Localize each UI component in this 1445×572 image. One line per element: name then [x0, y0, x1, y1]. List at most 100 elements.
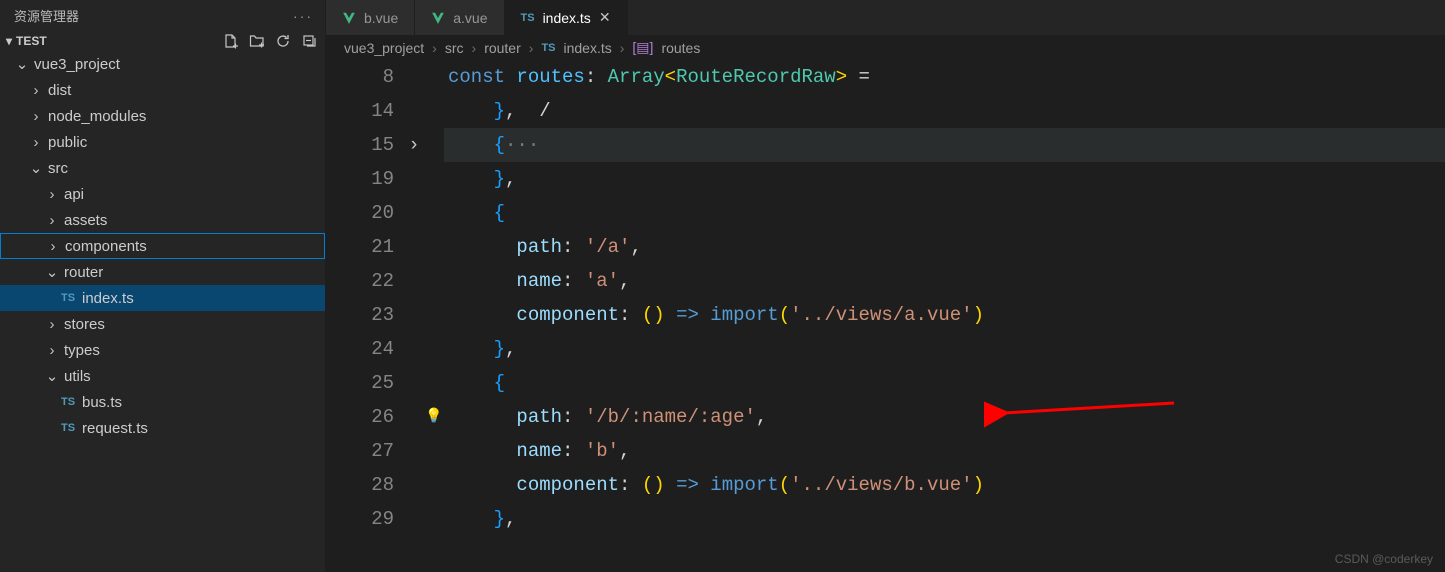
breadcrumb-item[interactable]: router [484, 40, 521, 56]
line-number: 24 [326, 332, 394, 366]
tree-folder[interactable]: ›node_modules [0, 103, 325, 129]
folder-label: vue3_project [34, 56, 120, 73]
chevron-right-icon: › [28, 82, 44, 99]
breadcrumb-item[interactable]: index.ts [564, 40, 612, 56]
line-number: 26 [326, 400, 394, 434]
tree-folder[interactable]: ⌄src [0, 155, 325, 181]
line-number: 27 [326, 434, 394, 468]
code-line: }, / [444, 94, 1445, 128]
chevron-right-icon: › [44, 212, 60, 229]
chevron-right-icon: › [44, 316, 60, 333]
tree-folder[interactable]: ⌄router [0, 259, 325, 285]
tree-folder-root[interactable]: ⌄vue3_project [0, 51, 325, 77]
chevron-down-icon: ⌄ [44, 367, 60, 385]
chevron-right-icon: › [28, 108, 44, 125]
chevron-right-icon: › [44, 342, 60, 359]
tree-folder[interactable]: ›types [0, 337, 325, 363]
vue-file-icon [342, 11, 356, 25]
file-label: bus.ts [82, 394, 122, 411]
tree-folder[interactable]: ›api [0, 181, 325, 207]
ts-file-icon: TS [521, 12, 535, 24]
code-line: }, [444, 502, 1445, 536]
ts-file-icon: TS [58, 292, 78, 304]
more-icon[interactable]: ··· [293, 8, 313, 24]
file-label: index.ts [82, 290, 134, 307]
breadcrumb-item[interactable]: src [445, 40, 464, 56]
explorer-actions [223, 33, 317, 49]
chevron-right-icon: › [472, 40, 477, 56]
ts-file-icon: TS [541, 42, 555, 54]
line-number: 28 [326, 468, 394, 502]
breadcrumb-item[interactable]: vue3_project [344, 40, 424, 56]
fold-chevron-icon[interactable]: › [404, 128, 424, 162]
folder-label: public [48, 134, 87, 151]
glyph-margin: 💡 [424, 60, 444, 572]
chevron-down-icon: ⌄ [44, 263, 60, 281]
new-file-icon[interactable] [223, 33, 239, 49]
line-number: 19 [326, 162, 394, 196]
line-number: 14 [326, 94, 394, 128]
code-line: component: () => import('../views/a.vue'… [444, 298, 1445, 332]
chevron-right-icon: › [432, 40, 437, 56]
code-line: name: 'b', [444, 434, 1445, 468]
folder-label: stores [64, 316, 105, 333]
tree-folder[interactable]: ›components [0, 233, 325, 259]
folder-label: components [65, 238, 147, 255]
breadcrumb[interactable]: vue3_project › src › router › TS index.t… [326, 35, 1445, 60]
tab-index-ts[interactable]: TS index.ts ✕ [505, 0, 628, 35]
line-number: 15 [326, 128, 394, 162]
workspace-section-header[interactable]: ▾ TEST [0, 31, 325, 51]
editor-main: b.vue a.vue TS index.ts ✕ vue3_project ›… [326, 0, 1445, 572]
vue-file-icon [431, 11, 445, 25]
code-line: path: '/a', [444, 230, 1445, 264]
chevron-right-icon: › [620, 40, 625, 56]
code-line: {··· [444, 128, 1445, 162]
line-number: 8 [326, 60, 394, 94]
folder-label: utils [64, 368, 91, 385]
tab-b-vue[interactable]: b.vue [326, 0, 415, 35]
sidebar-header: 资源管理器 ··· [0, 0, 325, 31]
tree-folder[interactable]: ›public [0, 129, 325, 155]
chevron-right-icon: › [529, 40, 534, 56]
tree-file[interactable]: TSbus.ts [0, 389, 325, 415]
ts-file-icon: TS [58, 422, 78, 434]
code-line: { [444, 366, 1445, 400]
chevron-down-icon: ▾ [6, 34, 12, 48]
collapse-all-icon[interactable] [301, 33, 317, 49]
sticky-line: const routes: Array<RouteRecordRaw> = [444, 60, 1445, 94]
chevron-down-icon: ⌄ [14, 55, 30, 73]
lightbulb-icon[interactable]: 💡 [425, 400, 442, 434]
tree-folder[interactable]: ›dist [0, 77, 325, 103]
code-line: path: '/b/:name/:age', [444, 400, 1445, 434]
tree-folder[interactable]: ⌄utils [0, 363, 325, 389]
tree-folder[interactable]: ›stores [0, 311, 325, 337]
code-editor[interactable]: 8 14 15 19 20 21 22 23 24 25 26 27 28 29… [326, 60, 1445, 572]
chevron-right-icon: › [28, 134, 44, 151]
line-number: 25 [326, 366, 394, 400]
code-line: }, [444, 332, 1445, 366]
code-line: { [444, 196, 1445, 230]
chevron-right-icon: › [45, 238, 61, 255]
line-number: 20 [326, 196, 394, 230]
workspace-name: TEST [16, 34, 47, 48]
line-number: 29 [326, 502, 394, 536]
tab-label: index.ts [543, 10, 591, 26]
folder-label: dist [48, 82, 71, 99]
new-folder-icon[interactable] [249, 33, 265, 49]
breadcrumb-symbol[interactable]: routes [661, 40, 700, 56]
line-number: 21 [326, 230, 394, 264]
line-gutter: 8 14 15 19 20 21 22 23 24 25 26 27 28 29 [326, 60, 404, 572]
variable-symbol-icon: [▤] [632, 39, 653, 56]
tab-label: a.vue [453, 10, 487, 26]
tree-file-index-ts[interactable]: TS index.ts [0, 285, 325, 311]
close-icon[interactable]: ✕ [599, 9, 611, 26]
tree-folder[interactable]: ›assets [0, 207, 325, 233]
folder-label: types [64, 342, 100, 359]
tab-a-vue[interactable]: a.vue [415, 0, 504, 35]
tree-file[interactable]: TSrequest.ts [0, 415, 325, 441]
tab-label: b.vue [364, 10, 398, 26]
line-number: 22 [326, 264, 394, 298]
refresh-icon[interactable] [275, 33, 291, 49]
file-tree: ⌄vue3_project ›dist ›node_modules ›publi… [0, 51, 325, 572]
code-area[interactable]: const routes: Array<RouteRecordRaw> = },… [444, 60, 1445, 572]
